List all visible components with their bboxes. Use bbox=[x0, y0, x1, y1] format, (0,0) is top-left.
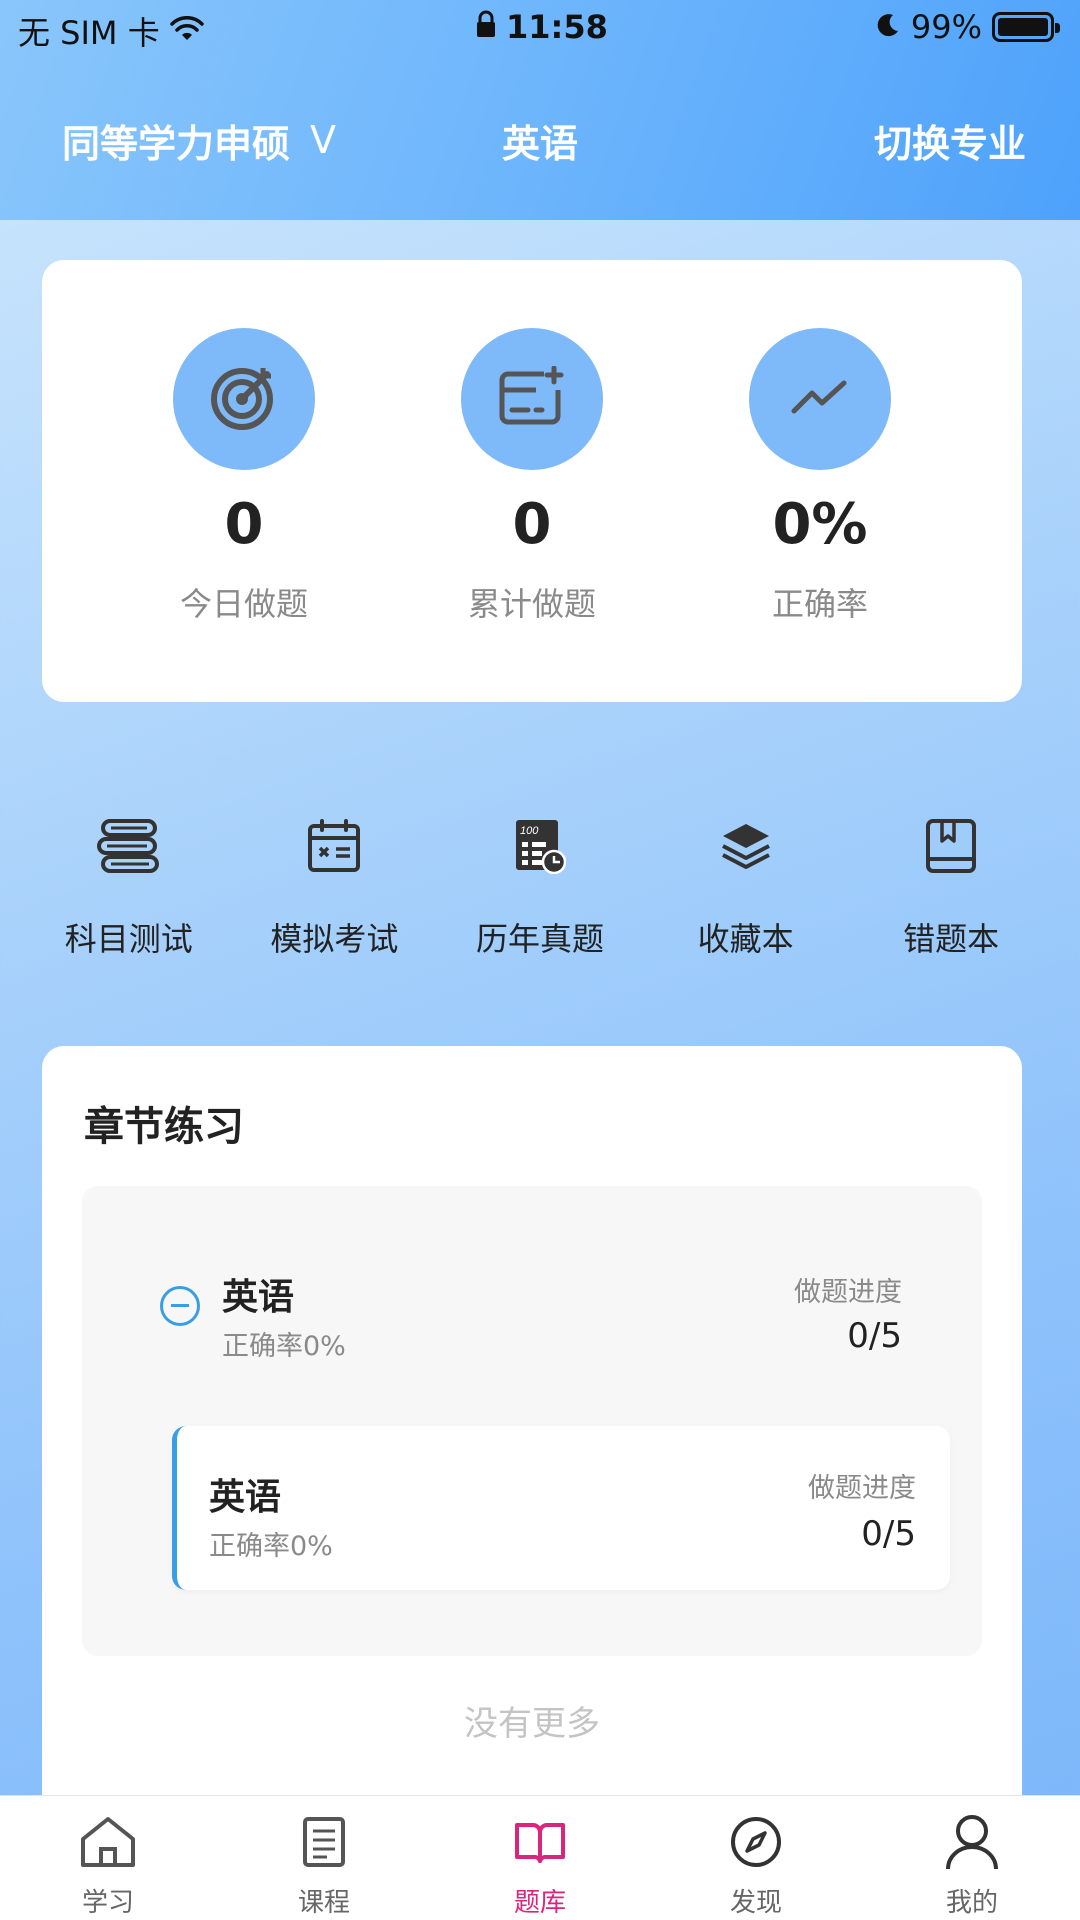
tab-discover-label: 发现 bbox=[729, 1888, 782, 1918]
switch-major-label: 切换专业 bbox=[873, 121, 1026, 166]
clock-time: 11:58 bbox=[506, 8, 608, 46]
tab-bar: 学习 课程 题库 发现 我的 bbox=[0, 1795, 1080, 1920]
stat-accuracy-value: 0% bbox=[772, 492, 868, 557]
home-icon bbox=[79, 1815, 137, 1873]
status-bar: 无 SIM 卡 11:58 99% bbox=[0, 0, 1080, 56]
svg-text:100: 100 bbox=[520, 825, 539, 837]
stat-today: 0 今日做题 bbox=[124, 328, 364, 625]
action-past-papers[interactable]: 100 历年真题 bbox=[437, 810, 643, 960]
action-favorites[interactable]: 收藏本 bbox=[643, 810, 849, 960]
chapter-practice-card: 章节练习 英语 正确率0% 做题进度 0/5 英语 正确率0% 做题进度 0/5… bbox=[42, 1046, 1022, 1920]
action-mock-exam-label: 模拟考试 bbox=[270, 920, 399, 958]
action-mock-exam[interactable]: 模拟考试 bbox=[232, 810, 438, 960]
action-past-papers-label: 历年真题 bbox=[475, 920, 604, 958]
quick-actions: 科目测试 模拟考试 100 历年真题 收藏本 错题本 bbox=[26, 810, 1054, 960]
moon-icon bbox=[875, 8, 901, 46]
stat-total-label: 累计做题 bbox=[467, 585, 596, 623]
chapter-group-name: 英语 bbox=[222, 1277, 295, 1318]
stat-accuracy-label: 正确率 bbox=[771, 585, 868, 623]
chapter-item-progress-label: 做题进度 bbox=[808, 1473, 916, 1504]
layers-icon bbox=[721, 822, 771, 874]
tab-courses-label: 课程 bbox=[297, 1888, 350, 1918]
subject-title: 英语 bbox=[501, 121, 578, 166]
no-more-text: 没有更多 bbox=[464, 1704, 600, 1744]
chapter-group-progress-label: 做题进度 bbox=[794, 1277, 902, 1308]
tab-study-label: 学习 bbox=[81, 1888, 134, 1918]
document-icon bbox=[301, 1815, 347, 1873]
stats-card: 0 今日做题 0 累计做题 0% 正确率 bbox=[42, 260, 1022, 702]
action-subject-test[interactable]: 科目测试 bbox=[26, 810, 232, 960]
stat-total-value: 0 bbox=[512, 492, 552, 557]
battery-icon bbox=[992, 12, 1060, 42]
trend-icon bbox=[790, 377, 850, 421]
wifi-icon bbox=[169, 12, 204, 50]
battery-percent: 99% bbox=[910, 8, 982, 46]
chapter-item-progress: 0/5 bbox=[861, 1514, 916, 1554]
chapter-item-accuracy: 正确率0% bbox=[209, 1531, 333, 1562]
carrier-text: 无 SIM 卡 bbox=[18, 14, 160, 52]
lock-icon bbox=[476, 8, 496, 46]
stat-today-value: 0 bbox=[224, 492, 264, 557]
chapter-item-name: 英语 bbox=[209, 1477, 282, 1518]
chevron-down-icon: V bbox=[310, 118, 337, 162]
tab-study[interactable]: 学习 bbox=[0, 1796, 216, 1920]
stat-accuracy: 0% 正确率 bbox=[700, 328, 940, 625]
chapter-group-header[interactable]: 英语 正确率0% 做题进度 0/5 bbox=[82, 1186, 982, 1386]
chapter-practice-title: 章节练习 bbox=[84, 1104, 244, 1150]
open-book-icon bbox=[513, 1819, 567, 1869]
action-wrong-questions[interactable]: 错题本 bbox=[848, 810, 1054, 960]
tab-discover[interactable]: 发现 bbox=[648, 1796, 864, 1920]
chapter-group: 英语 正确率0% 做题进度 0/5 英语 正确率0% 做题进度 0/5 bbox=[82, 1186, 982, 1656]
tab-question-bank[interactable]: 题库 bbox=[432, 1796, 648, 1920]
stat-today-label: 今日做题 bbox=[179, 585, 308, 623]
chapter-group-accuracy: 正确率0% bbox=[222, 1331, 346, 1362]
exam-selector-label: 同等学力申硕 bbox=[62, 121, 291, 166]
user-icon bbox=[944, 1813, 1000, 1875]
header: 无 SIM 卡 11:58 99% 同等学力申硕 V 英语 切换专业 bbox=[0, 0, 1080, 220]
tab-mine[interactable]: 我的 bbox=[864, 1796, 1080, 1920]
exam-selector[interactable]: 同等学力申硕 V bbox=[62, 110, 336, 170]
tab-courses[interactable]: 课程 bbox=[216, 1796, 432, 1920]
chapter-group-progress: 0/5 bbox=[847, 1316, 902, 1356]
calendar-exam-icon bbox=[306, 818, 362, 878]
action-favorites-label: 收藏本 bbox=[697, 920, 794, 958]
book-bookmark-icon bbox=[924, 817, 978, 879]
switch-major-button[interactable]: 切换专业 bbox=[874, 110, 1026, 170]
collapse-icon[interactable] bbox=[160, 1286, 200, 1326]
stat-total: 0 累计做题 bbox=[412, 328, 652, 625]
books-icon bbox=[96, 817, 161, 879]
action-wrong-questions-label: 错题本 bbox=[903, 920, 1000, 958]
compass-icon bbox=[729, 1815, 783, 1873]
card-add-icon bbox=[498, 365, 566, 432]
action-subject-test-label: 科目测试 bbox=[64, 920, 193, 958]
tab-mine-label: 我的 bbox=[945, 1888, 998, 1918]
target-icon bbox=[209, 362, 279, 436]
chapter-item[interactable]: 英语 正确率0% 做题进度 0/5 bbox=[172, 1426, 950, 1590]
tab-question-bank-label: 题库 bbox=[513, 1888, 566, 1918]
past-papers-icon: 100 bbox=[514, 818, 567, 878]
